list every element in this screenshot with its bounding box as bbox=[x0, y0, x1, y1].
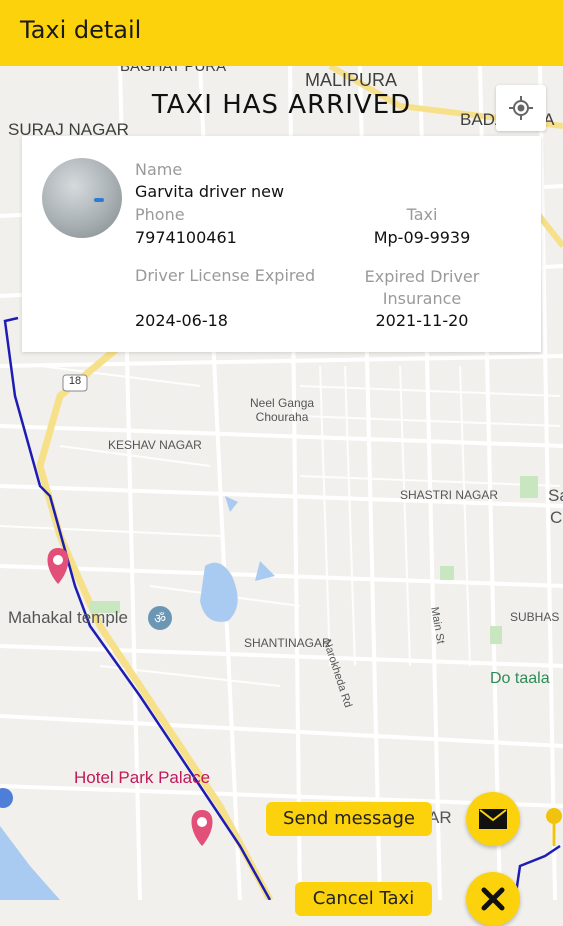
map-label-keshav-nagar: KESHAV NAGAR bbox=[108, 438, 202, 452]
temple-pin-icon: ॐ bbox=[148, 606, 172, 630]
insurance-expiry-date: 2021-11-20 bbox=[375, 311, 469, 330]
send-message-fab[interactable] bbox=[466, 792, 520, 846]
close-icon bbox=[481, 887, 505, 911]
cancel-taxi-fab[interactable] bbox=[466, 872, 520, 926]
map-label-c: C bbox=[550, 508, 563, 527]
app-bar: Taxi detail bbox=[0, 0, 563, 66]
my-location-button[interactable] bbox=[496, 85, 546, 131]
my-location-icon bbox=[509, 96, 533, 120]
hotel-park-palace-pin-icon bbox=[191, 810, 213, 846]
map-label-shastri-nagar: SHASTRI NAGAR bbox=[400, 488, 499, 502]
map-label-baghat-pura: BAGHAT PURA bbox=[120, 66, 227, 75]
map-label-mahakal-temple: Mahakal temple bbox=[8, 608, 129, 627]
cancel-taxi-button[interactable]: Cancel Taxi bbox=[295, 882, 432, 916]
taxi-label: Taxi bbox=[406, 205, 438, 224]
road-number-badge: 18 bbox=[68, 375, 82, 387]
driver-phone[interactable]: 7974100461 bbox=[135, 228, 237, 247]
map-label-malipura: MALIPURA bbox=[305, 70, 398, 90]
license-expired-label: Driver License Expired bbox=[135, 266, 316, 285]
map-label-sa: Sa bbox=[548, 486, 563, 505]
page-title: Taxi detail bbox=[20, 16, 142, 44]
insurance-expired-label: Expired Driver Insurance bbox=[364, 267, 480, 308]
driver-avatar bbox=[42, 158, 122, 238]
location-pin-icon bbox=[546, 808, 562, 846]
taxi-number: Mp-09-9939 bbox=[373, 228, 471, 247]
hotel-pin-icon bbox=[47, 548, 69, 584]
driver-info-card: Name Garvita driver new Phone 7974100461… bbox=[22, 136, 541, 352]
send-message-button[interactable]: Send message bbox=[266, 802, 432, 836]
map-label-do-taala: Do taala bbox=[490, 670, 550, 687]
map-label-shantinagar: SHANTINAGAR bbox=[244, 636, 331, 650]
phone-label: Phone bbox=[135, 205, 185, 224]
name-label: Name bbox=[135, 160, 183, 179]
map-label-hotel-park-palace: Hotel Park Palace bbox=[74, 768, 211, 787]
driver-name: Garvita driver new bbox=[135, 182, 285, 201]
mail-icon bbox=[479, 809, 507, 829]
map-label-neel-ganga: Neel Ganga Chouraha bbox=[250, 396, 315, 424]
map-label-subhash: SUBHAS bbox=[510, 610, 560, 624]
svg-text:ॐ: ॐ bbox=[154, 612, 166, 627]
taxi-status-text: TAXI HAS ARRIVED bbox=[151, 90, 412, 120]
license-expiry-date: 2024-06-18 bbox=[135, 311, 228, 330]
